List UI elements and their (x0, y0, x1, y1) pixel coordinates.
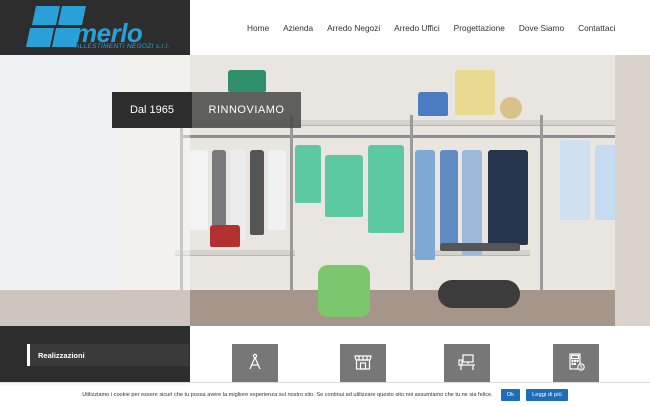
hero-rail (410, 135, 540, 138)
service-arredo-uffici-button[interactable] (444, 344, 490, 384)
hero-rail (290, 135, 410, 138)
nav-home[interactable]: Home (247, 23, 269, 33)
hero-right-wall (615, 55, 650, 326)
hero-pole (290, 115, 293, 300)
nav-dove-siamo[interactable]: Dove Siamo (519, 23, 564, 33)
hero-shelf-bag (210, 225, 240, 247)
hero-garment (212, 150, 226, 235)
hero-shelf-toy (418, 92, 448, 116)
hero-garment (268, 150, 286, 230)
brand-tagline: ALLESTIMENTI NEGOZI s.r.l. (75, 43, 170, 50)
hero-pole (410, 115, 413, 300)
hero-slider[interactable]: Dal 1965 RINNOVIAMO (0, 55, 650, 326)
hero-garment (250, 150, 264, 235)
logo[interactable]: merlo ALLESTIMENTI NEGOZI s.r.l. (0, 0, 190, 55)
hero-floor-chair (318, 265, 370, 317)
hero-headline: RINNOVIAMO (192, 92, 301, 128)
cookie-ok-button[interactable]: Ok (500, 388, 521, 401)
hero-floor-car (438, 280, 520, 308)
service-preventivi-button[interactable]: $ (553, 344, 599, 384)
hero-pole (540, 115, 543, 300)
hero-shelf-shoes (440, 243, 520, 251)
hero-shelf-clock (500, 97, 522, 119)
hero-low-shelf (175, 250, 295, 256)
office-desk-icon (457, 352, 477, 377)
hero-garment (368, 145, 404, 233)
hero-garment (560, 140, 590, 220)
hero-shelf-box (228, 70, 266, 92)
compass-icon (245, 352, 265, 377)
calculator-icon: $ (566, 352, 586, 377)
hero-rail (180, 135, 295, 138)
hero-garment (462, 150, 482, 255)
service-progettazione-button[interactable] (232, 344, 278, 384)
hero-garment (440, 150, 458, 250)
svg-text:$: $ (580, 365, 583, 371)
cookie-message: Utilizziamo i cookie per essere sicuri c… (82, 391, 493, 398)
cookie-read-more-button[interactable]: Leggi di più (526, 388, 568, 401)
hero-garment (295, 145, 321, 203)
hero-year-badge: Dal 1965 (112, 92, 192, 128)
realizzazioni-link[interactable]: Realizzazioni (27, 344, 189, 366)
hero-garment (325, 155, 363, 217)
service-arredo-negozi-button[interactable] (340, 344, 386, 384)
nav-arredo-negozi[interactable]: Arredo Negozi (327, 23, 380, 33)
main-navigation: Home Azienda Arredo Negozi Arredo Uffici… (240, 0, 622, 55)
hero-garment (190, 150, 208, 230)
nav-contattaci[interactable]: Contattaci (578, 23, 615, 33)
nav-azienda[interactable]: Azienda (283, 23, 313, 33)
nav-arredo-uffici[interactable]: Arredo Uffici (394, 23, 440, 33)
store-icon (353, 352, 373, 377)
cookie-banner: Utilizziamo i cookie per essere sicuri c… (0, 382, 650, 406)
nav-progettazione[interactable]: Progettazione (454, 23, 505, 33)
hero-shelf-frame (455, 70, 495, 115)
hero-garment (415, 150, 435, 260)
hero-garment (488, 150, 528, 245)
logo-mark (25, 6, 87, 48)
